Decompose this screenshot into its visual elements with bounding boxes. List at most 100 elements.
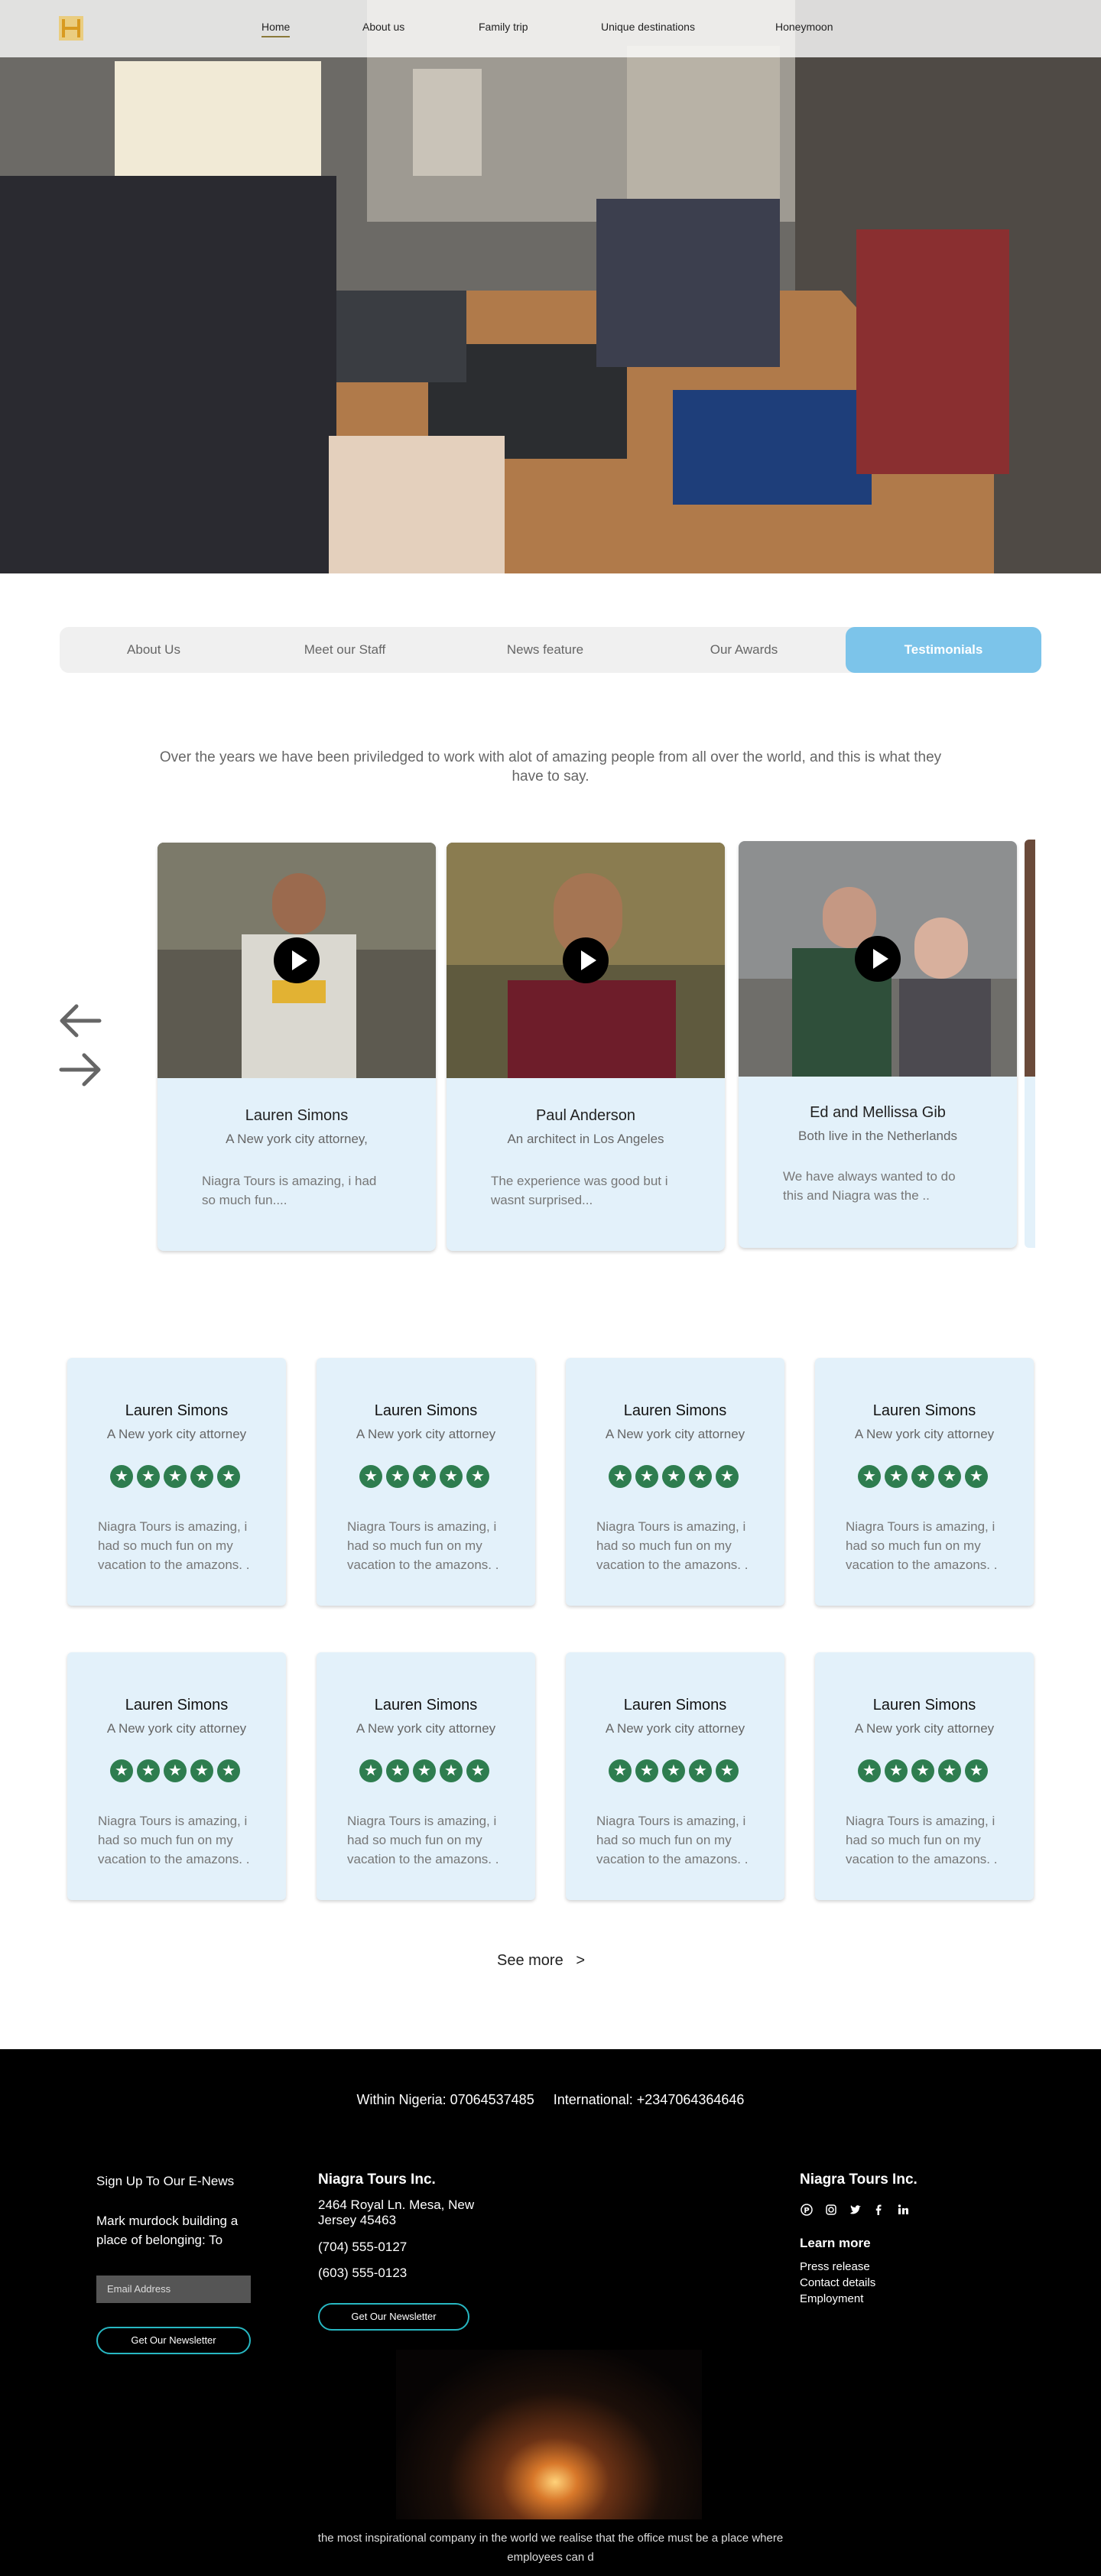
- email-input[interactable]: Email Address: [96, 2276, 251, 2303]
- star-icon: [217, 1465, 240, 1488]
- tab-news-feature[interactable]: News feature: [451, 627, 639, 673]
- star-icon: [137, 1759, 160, 1782]
- testimonial-name: Lauren Simons: [245, 1107, 349, 1124]
- review-name: Lauren Simons: [374, 1697, 478, 1714]
- star-icon: [386, 1465, 409, 1488]
- review-card: Lauren Simons A New york city attorney Nia…: [815, 1358, 1034, 1606]
- footer-link-press[interactable]: Press release: [800, 2260, 870, 2273]
- star-icon: [359, 1759, 382, 1782]
- star-icon: [609, 1759, 632, 1782]
- star-icon: [609, 1465, 632, 1488]
- review-card: Lauren Simons A New york city attorney Nia…: [566, 1358, 784, 1606]
- testimonial-quote: Niagra Tours is amazing, i had so much f…: [202, 1174, 377, 1207]
- star-icon: [217, 1759, 240, 1782]
- instagram-icon[interactable]: [824, 2204, 838, 2217]
- video-testimonial-card[interactable]: Ed and Mellissa Gib Both live in the Net…: [739, 841, 1017, 1248]
- review-name: Lauren Simons: [125, 1402, 229, 1419]
- star-icon: [689, 1465, 712, 1488]
- star-icon: [413, 1465, 436, 1488]
- nav-home[interactable]: Home: [261, 21, 291, 37]
- review-name: Lauren Simons: [623, 1697, 727, 1714]
- star-rating: [609, 1465, 739, 1491]
- testimonial-role: An architect in Los Angeles: [507, 1132, 664, 1146]
- play-button[interactable]: [274, 937, 320, 983]
- review-quote: Niagra Tours is amazing, i had so much f…: [347, 1814, 499, 1866]
- star-rating: [858, 1759, 988, 1785]
- review-name: Lauren Simons: [374, 1402, 478, 1419]
- newsletter-button[interactable]: Get Our Newsletter: [96, 2327, 251, 2354]
- review-quote: Niagra Tours is amazing, i had so much f…: [846, 1519, 998, 1572]
- tab-about-us[interactable]: About Us: [60, 627, 248, 673]
- star-rating: [110, 1465, 240, 1491]
- tab-meet-our-staff[interactable]: Meet our Staff: [251, 627, 439, 673]
- star-icon: [938, 1465, 961, 1488]
- twitter-icon[interactable]: [849, 2204, 862, 2217]
- pinterest-icon[interactable]: P: [800, 2204, 814, 2217]
- top-navigation: Home About us Family trip Unique destina…: [0, 0, 1101, 57]
- facebook-icon[interactable]: [872, 2204, 885, 2217]
- star-icon: [137, 1465, 160, 1488]
- star-rating: [858, 1465, 988, 1491]
- star-icon: [858, 1759, 881, 1782]
- star-icon: [190, 1759, 213, 1782]
- testimonial-quote: The experience was good but i wasnt surp…: [491, 1174, 668, 1207]
- star-icon: [110, 1465, 133, 1488]
- arrow-left-icon[interactable]: [58, 1003, 102, 1038]
- star-icon: [359, 1465, 382, 1488]
- review-role: A New york city attorney: [356, 1721, 496, 1736]
- review-role: A New york city attorney: [605, 1427, 745, 1441]
- nav-honeymoon[interactable]: Honeymoon: [775, 21, 833, 33]
- footer-company: Niagra Tours Inc.: [318, 2172, 436, 2188]
- review-card: Lauren Simons A New york city attorney Nia…: [67, 1358, 286, 1606]
- testimonial-quote: We have always wanted to do this and Nia…: [783, 1169, 956, 1203]
- play-button[interactable]: [563, 937, 609, 983]
- nav-family-trip[interactable]: Family trip: [479, 21, 528, 33]
- review-name: Lauren Simons: [872, 1697, 976, 1714]
- footer-link-contact[interactable]: Contact details: [800, 2276, 875, 2289]
- footer-phone-1: (704) 555-0127: [318, 2240, 408, 2254]
- star-icon: [440, 1759, 463, 1782]
- footer-tagline: the most inspirational company in the wo…: [317, 2532, 784, 2564]
- tab-testimonials[interactable]: Testimonials: [846, 627, 1041, 673]
- review-quote: Niagra Tours is amazing, i had so much f…: [98, 1814, 250, 1866]
- star-icon: [885, 1465, 908, 1488]
- nav-about-us[interactable]: About us: [362, 21, 404, 33]
- star-icon: [190, 1465, 213, 1488]
- review-role: A New york city attorney: [106, 1721, 247, 1736]
- star-icon: [716, 1759, 739, 1782]
- testimonial-name: Paul Anderson: [535, 1107, 636, 1124]
- review-name: Lauren Simons: [623, 1402, 727, 1419]
- review-card: Lauren Simons A New york city attorney Nia…: [317, 1652, 535, 1900]
- star-icon: [164, 1465, 187, 1488]
- campfire-image: [396, 2350, 702, 2519]
- review-role: A New york city attorney: [106, 1427, 247, 1441]
- nav-unique-destinations[interactable]: Unique destinations: [601, 21, 695, 33]
- star-rating: [359, 1465, 489, 1491]
- star-icon: [716, 1465, 739, 1488]
- review-card: Lauren Simons A New york city attorney Nia…: [815, 1652, 1034, 1900]
- newsletter-button-secondary[interactable]: Get Our Newsletter: [318, 2303, 469, 2331]
- review-card: Lauren Simons A New york city attorney Nia…: [317, 1358, 535, 1606]
- meeting-photo: [0, 0, 1101, 573]
- star-rating: [359, 1759, 489, 1785]
- review-quote: Niagra Tours is amazing, i had so much f…: [98, 1519, 250, 1572]
- video-testimonial-card[interactable]: Paul Anderson An architect in Los Angele…: [447, 843, 725, 1251]
- hero-image: [0, 0, 1101, 573]
- tab-our-awards[interactable]: Our Awards: [650, 627, 838, 673]
- review-quote: Niagra Tours is amazing, i had so much f…: [846, 1814, 998, 1866]
- star-icon: [662, 1759, 685, 1782]
- footer-link-employment[interactable]: Employment: [800, 2292, 863, 2305]
- footer: Within Nigeria: 07064537485 Internationa…: [0, 2049, 1101, 2576]
- review-role: A New york city attorney: [854, 1427, 995, 1441]
- logo-icon[interactable]: [57, 13, 85, 44]
- star-icon: [466, 1465, 489, 1488]
- footer-company-right: Niagra Tours Inc.: [800, 2172, 917, 2188]
- star-icon: [413, 1759, 436, 1782]
- see-more-link[interactable]: See more >: [497, 1952, 585, 1970]
- linkedin-icon[interactable]: [896, 2204, 910, 2217]
- arrow-right-icon[interactable]: [58, 1052, 102, 1087]
- video-testimonial-card[interactable]: Lauren Simons A New york city attorney, …: [158, 843, 436, 1251]
- svg-text:P: P: [804, 2207, 809, 2215]
- star-icon: [938, 1759, 961, 1782]
- play-button[interactable]: [855, 936, 901, 982]
